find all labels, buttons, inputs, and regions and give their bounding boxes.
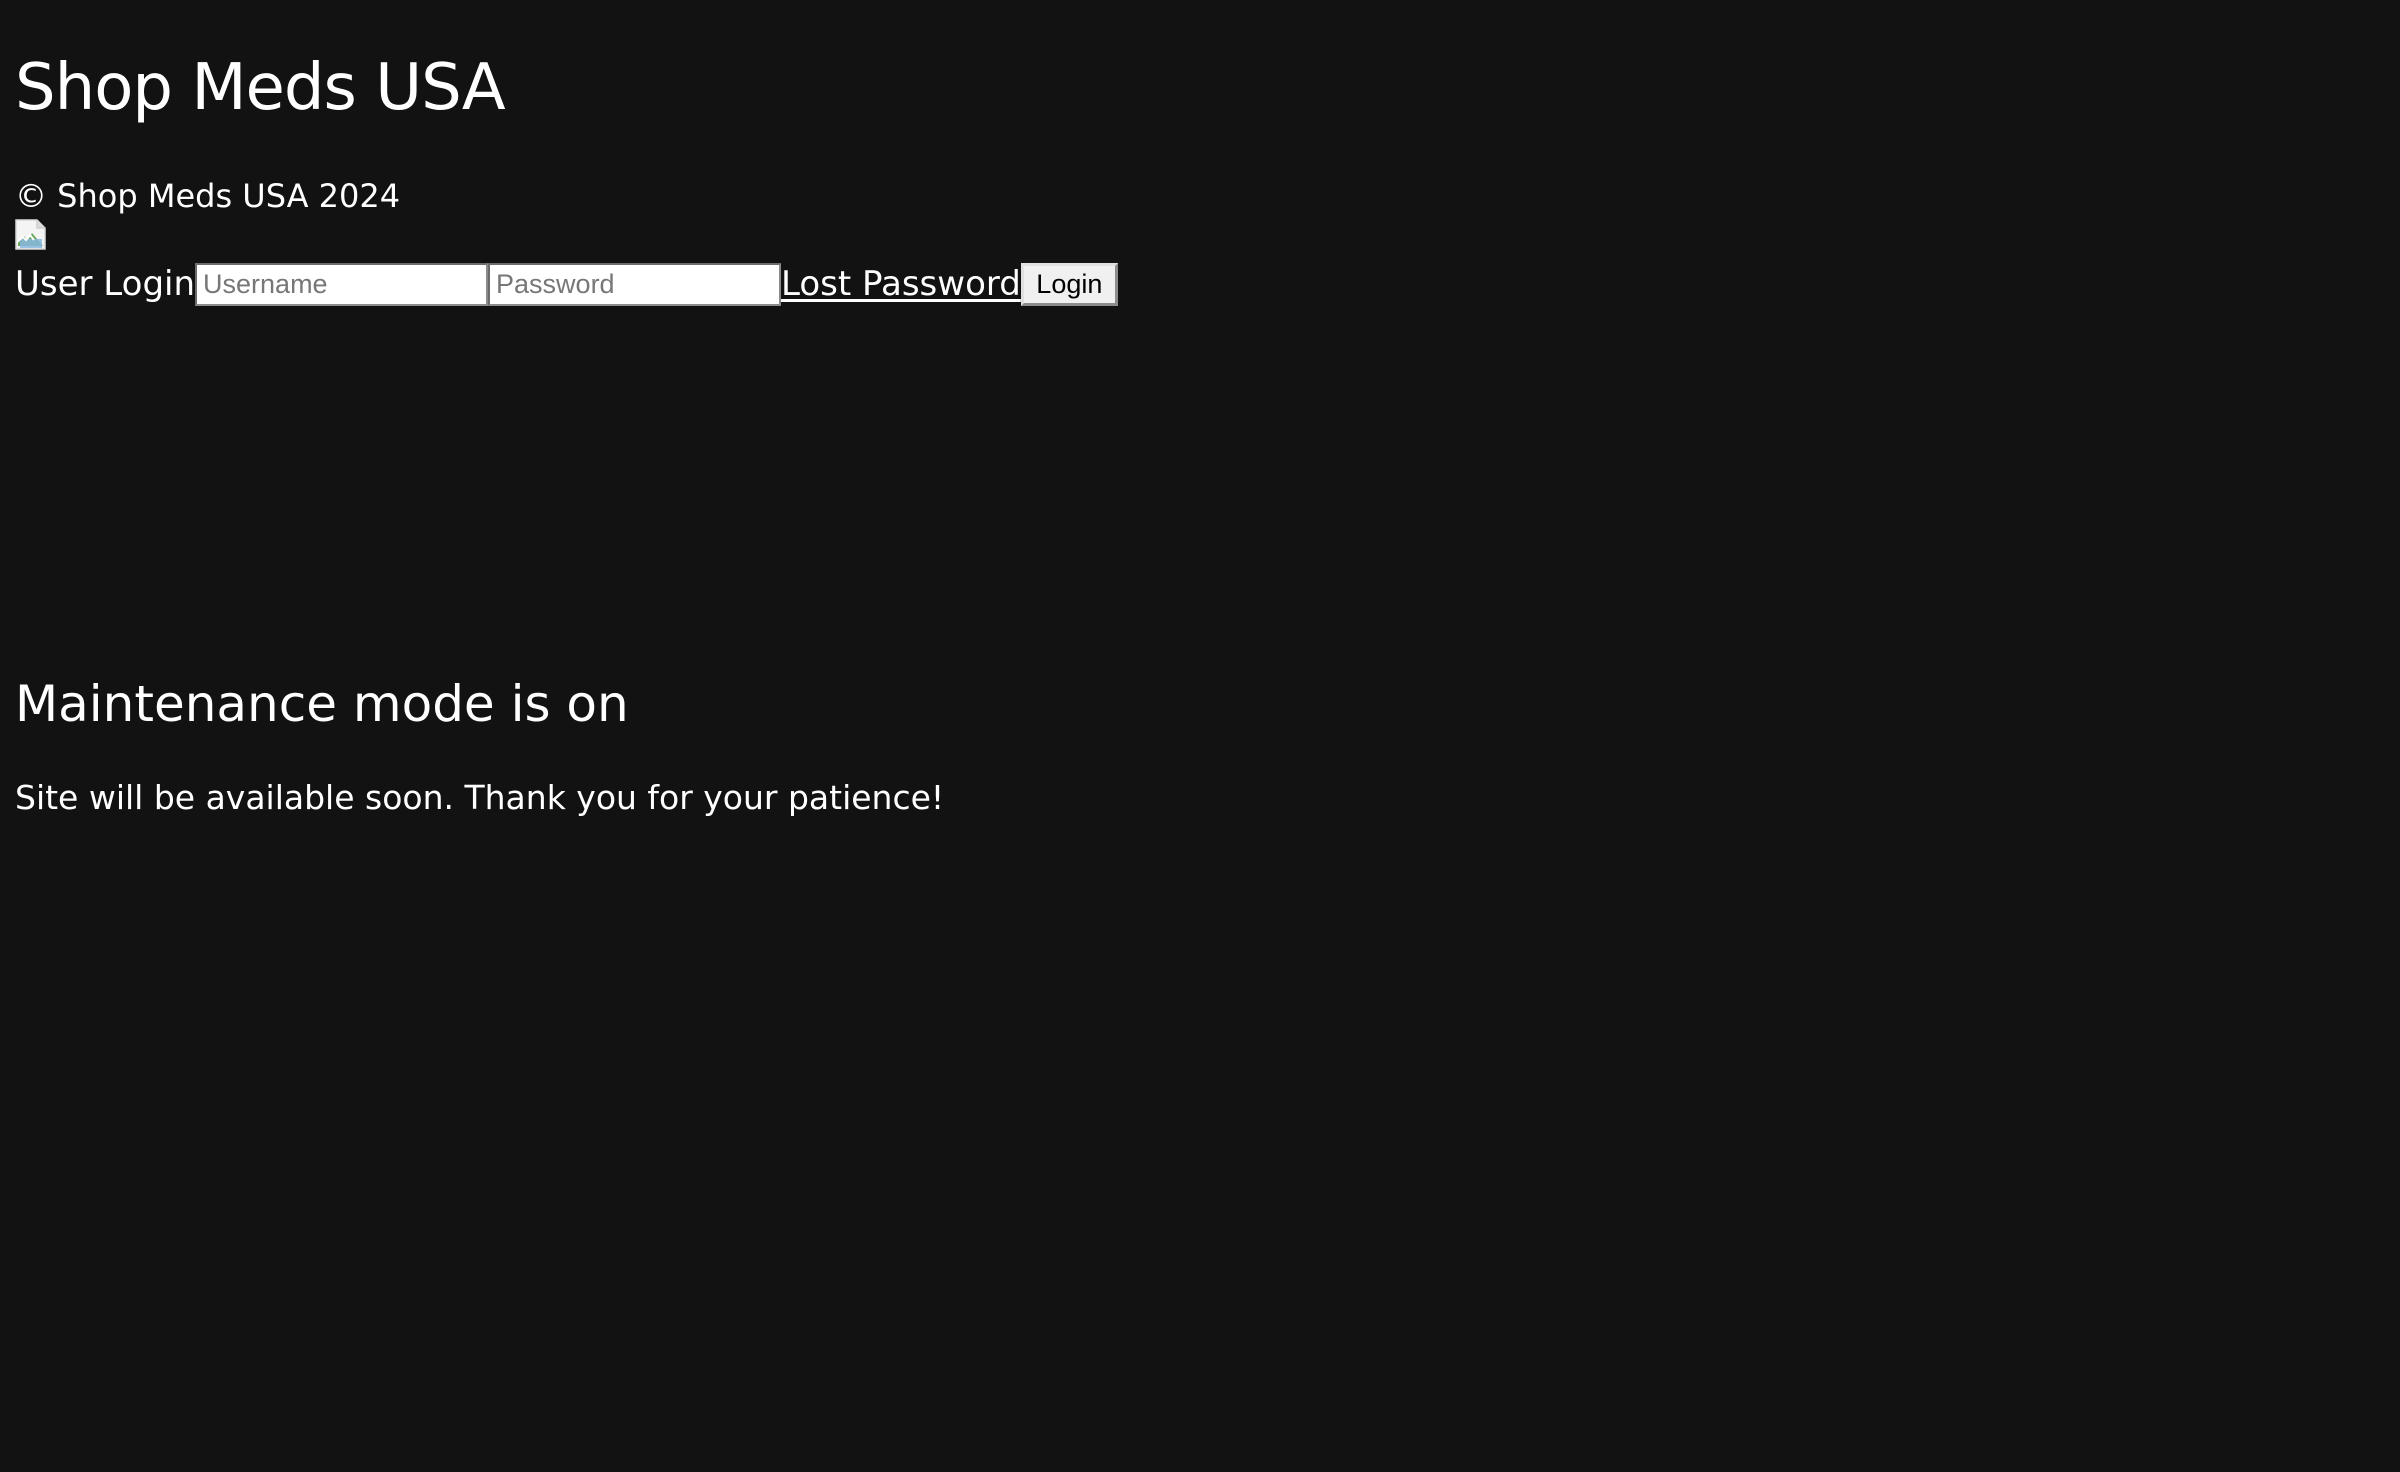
username-field[interactable] [195,262,489,306]
user-login-form: User Login Lost Password Login [15,260,1118,308]
broken-image-icon [15,219,46,250]
maintenance-page: Shop Meds USA © Shop Meds USA 2024 User … [0,0,2400,1472]
password-field[interactable] [488,262,782,306]
maintenance-message: Site will be available soon. Thank you f… [15,778,945,817]
site-title: Shop Meds USA [15,51,506,125]
user-login-label: User Login [15,264,196,304]
maintenance-heading: Maintenance mode is on [15,675,629,733]
copyright-text: © Shop Meds USA 2024 [15,177,401,215]
lost-password-link[interactable]: Lost Password [781,260,1021,308]
login-button[interactable]: Login [1020,262,1118,306]
